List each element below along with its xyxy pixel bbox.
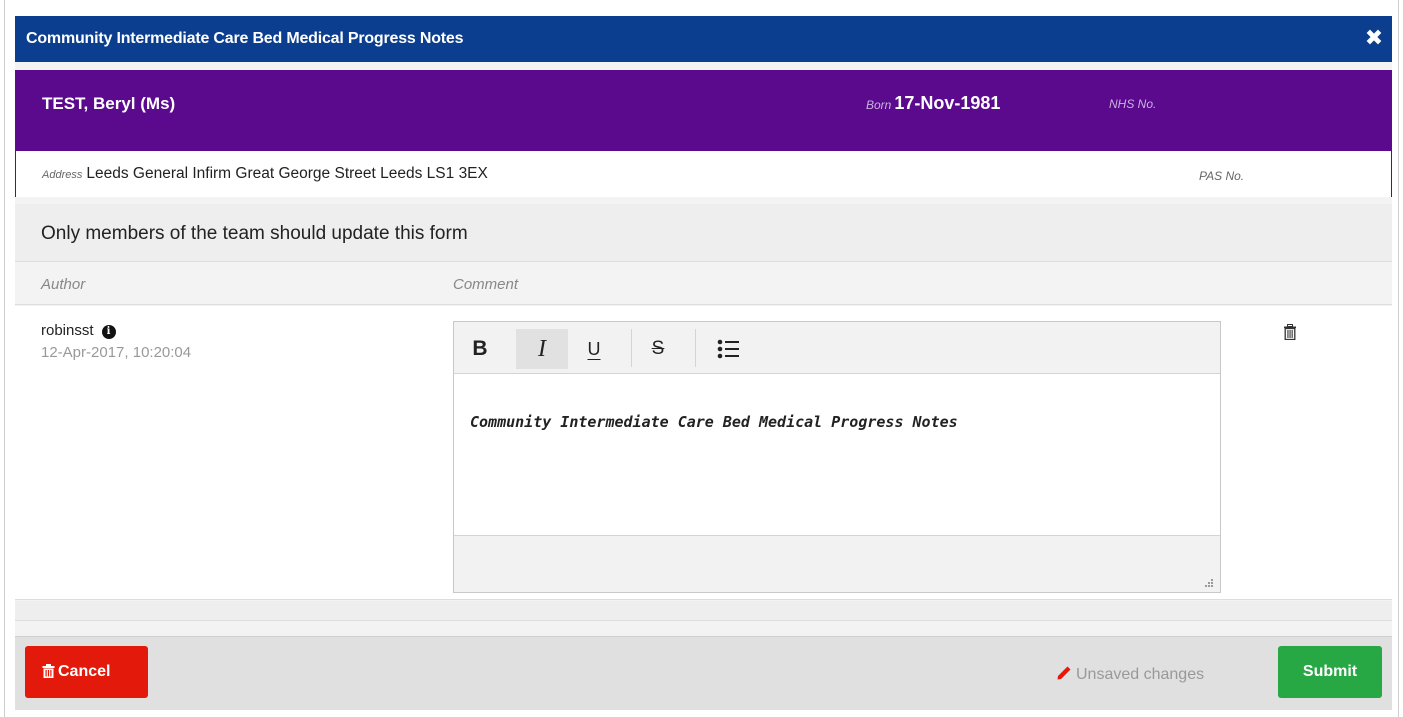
nhs-number-label: NHS No. — [1109, 97, 1157, 111]
editor-toolbar: B I U S — [454, 322, 1220, 374]
patient-address: Address Leeds General Infirm Great George… — [42, 165, 488, 183]
bullet-list-button[interactable] — [702, 329, 754, 369]
toolbar-separator — [695, 329, 696, 367]
patient-banner: TEST, Beryl (Ms) Born 17-Nov-1981 NHS No.… — [15, 70, 1392, 197]
unsaved-changes-label: Unsaved changes — [1076, 666, 1205, 683]
patient-name: TEST, Beryl (Ms) — [42, 94, 176, 113]
pencil-icon — [1057, 666, 1071, 680]
team-notice: Only members of the team should update t… — [15, 204, 1392, 262]
entry-list-footer — [15, 601, 1392, 621]
trash-icon — [42, 664, 55, 678]
underline-glyph: U — [587, 339, 601, 359]
submit-button[interactable]: Submit — [1278, 646, 1382, 698]
entry-timestamp: 12-Apr-2017, 10:20:04 — [41, 344, 192, 361]
entry-author: robinsst i — [41, 322, 116, 339]
comment-column-header: Comment — [453, 276, 519, 293]
cancel-button[interactable]: Cancel — [25, 646, 148, 698]
patient-born: Born 17-Nov-1981 — [866, 93, 1000, 114]
dialog-titlebar: Community Intermediate Care Bed Medical … — [15, 16, 1392, 62]
team-notice-text: Only members of the team should update t… — [41, 223, 468, 244]
editor-statusbar — [454, 535, 1220, 592]
italic-button[interactable]: I — [516, 329, 568, 369]
strikethrough-button[interactable]: S — [632, 329, 684, 369]
delete-entry-icon[interactable] — [1283, 324, 1297, 340]
bullet-list-icon — [717, 339, 739, 359]
note-entry-row: robinsst i 12-Apr-2017, 10:20:04 B I U S — [15, 306, 1392, 600]
resize-handle-icon[interactable] — [1202, 576, 1214, 588]
background-edge-right — [1398, 0, 1399, 717]
address-value: Leeds General Infirm Great George Street… — [86, 165, 488, 182]
comment-textarea[interactable]: Community Intermediate Care Bed Medical … — [454, 375, 1220, 535]
notes-column-header: Author Comment — [15, 263, 1392, 305]
progress-notes-dialog: Community Intermediate Care Bed Medical … — [15, 16, 1392, 710]
cancel-label: Cancel — [58, 663, 111, 680]
author-column-header: Author — [41, 276, 86, 293]
born-value: 17-Nov-1981 — [894, 93, 1001, 113]
background-edge-left — [4, 0, 5, 717]
dialog-footer: Cancel Unsaved changes Submit — [15, 636, 1392, 710]
strikethrough-glyph: S — [651, 338, 665, 359]
born-label: Born — [866, 98, 892, 112]
dialog-title: Community Intermediate Care Bed Medical … — [26, 30, 464, 47]
close-icon[interactable]: ✖ — [1361, 25, 1387, 51]
entry-author-name: robinsst — [41, 322, 94, 339]
patient-address-row: Address Leeds General Infirm Great George… — [16, 151, 1391, 197]
comment-editor: B I U S Community Intermediate Care Bed … — [453, 321, 1221, 593]
bold-button[interactable]: B — [454, 329, 506, 369]
pas-number-label: PAS No. — [1199, 169, 1245, 183]
unsaved-changes-indicator: Unsaved changes — [1056, 665, 1204, 684]
address-label: Address — [42, 169, 83, 181]
underline-button[interactable]: U — [568, 329, 620, 369]
info-icon[interactable]: i — [101, 325, 116, 339]
comment-text: Community Intermediate Care Bed Medical … — [470, 413, 958, 431]
